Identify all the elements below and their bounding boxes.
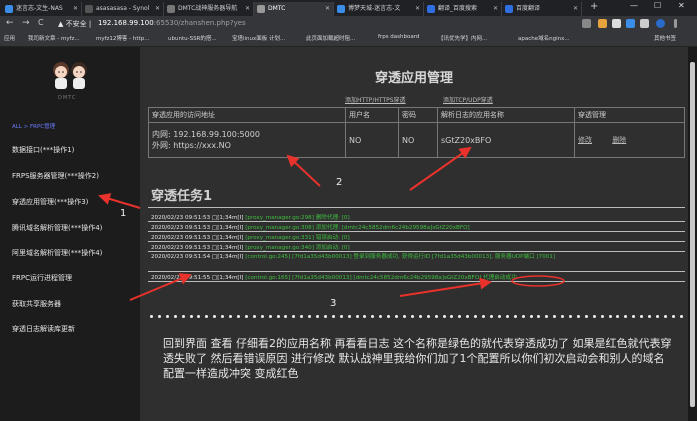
arrow-icon — [129, 273, 192, 301]
annotation-arrows — [98, 146, 565, 301]
arrow-icon — [399, 277, 492, 297]
arrow-icon — [409, 146, 472, 191]
arrow-icon — [98, 193, 141, 209]
scrollbar-thumb[interactable] — [690, 62, 695, 407]
arrow-icon — [286, 154, 321, 187]
highlight-circle — [511, 275, 565, 287]
